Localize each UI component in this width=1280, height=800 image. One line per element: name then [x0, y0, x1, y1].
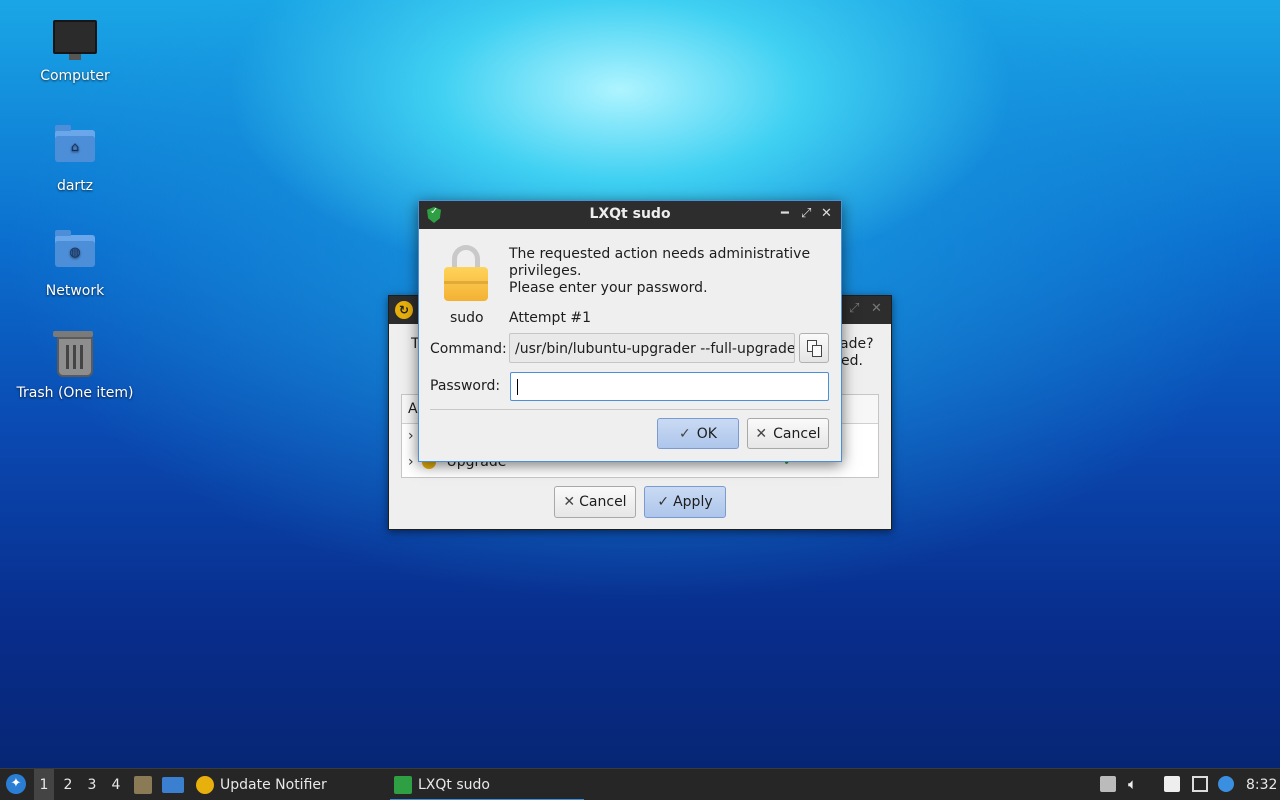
file-manager-icon[interactable]: [134, 776, 152, 794]
upgrade-message-fragment: ade?: [840, 336, 874, 352]
task-label: LXQt sudo: [418, 777, 490, 793]
update-notifier-icon: [196, 776, 214, 794]
attempt-label: Attempt #1: [509, 310, 592, 326]
button-label: Cancel: [773, 426, 821, 442]
password-label: Password:: [430, 378, 501, 394]
close-icon[interactable]: ✕: [821, 206, 832, 221]
clock[interactable]: 8:32: [1246, 769, 1277, 800]
network-folder-icon: ◍: [53, 230, 97, 279]
eject-icon[interactable]: [1100, 776, 1116, 792]
message-line: privileges.: [509, 263, 582, 279]
copy-command-button[interactable]: [799, 333, 829, 363]
network-icon[interactable]: [1192, 776, 1208, 792]
maximize-icon[interactable]: ⤢: [849, 301, 859, 316]
computer-icon: [53, 20, 97, 64]
desktop-icon-network[interactable]: ◍ Network: [10, 227, 140, 299]
close-icon: ✕: [755, 426, 768, 442]
task-label: Update Notifier: [220, 777, 327, 793]
clipboard-icon[interactable]: [1164, 776, 1180, 792]
close-icon[interactable]: ✕: [871, 301, 882, 316]
command-label: Command:: [430, 341, 507, 357]
dialog-title: LXQt sudo: [589, 206, 671, 222]
workspace-2[interactable]: 2: [58, 769, 78, 800]
separator: [430, 409, 830, 410]
workspace-4[interactable]: 4: [106, 769, 126, 800]
desktop-icon-computer[interactable]: Computer: [10, 16, 140, 84]
cancel-button[interactable]: ✕ Cancel: [747, 418, 829, 449]
task-lxqt-sudo[interactable]: LXQt sudo: [390, 769, 584, 800]
check-icon: ✓: [657, 494, 670, 510]
upgrade-message-fragment: ed.: [841, 353, 863, 369]
taskbar: ✦ 1 2 3 4 Update Notifier LXQt sudo 🔈︎ 8…: [0, 768, 1280, 800]
chevron-right-icon[interactable]: ›: [408, 428, 414, 444]
chevron-right-icon[interactable]: ›: [408, 454, 414, 470]
maximize-icon[interactable]: ⤢: [801, 206, 811, 221]
password-input[interactable]: [510, 372, 829, 401]
desktop-icon-label: Computer: [40, 68, 110, 84]
button-label: OK: [696, 426, 717, 442]
command-field[interactable]: /usr/bin/lubuntu-upgrader --full-upgrade: [509, 333, 795, 363]
desktop-icon-label: Trash (One item): [16, 385, 134, 401]
home-folder-icon: ⌂: [53, 125, 97, 174]
icon-caption: sudo: [450, 310, 484, 326]
sudo-dialog: LXQt sudo ━ ⤢ ✕ sudo The requested actio…: [418, 200, 842, 462]
desktop-icon-label: dartz: [56, 178, 94, 194]
apply-button[interactable]: ✓ Apply: [644, 486, 726, 518]
task-update-notifier[interactable]: Update Notifier: [192, 769, 410, 800]
desktop-icon-home[interactable]: ⌂ dartz: [10, 122, 140, 194]
workspace-1[interactable]: 1: [34, 769, 54, 800]
show-desktop-icon[interactable]: [162, 777, 184, 793]
close-icon: ✕: [563, 494, 576, 510]
trash-icon: [53, 331, 97, 381]
text-caret: [517, 379, 518, 395]
volume-icon[interactable]: 🔈︎: [1128, 776, 1144, 792]
shield-icon: [394, 776, 412, 794]
button-label: Cancel: [579, 494, 627, 510]
message-line: Please enter your password.: [509, 280, 708, 296]
notification-icon[interactable]: [1218, 776, 1234, 792]
tree-row[interactable]: ›: [408, 425, 418, 447]
desktop-icon-trash[interactable]: Trash (One item): [10, 331, 140, 401]
desktop-icon-label: Network: [45, 283, 105, 299]
sudo-dialog-titlebar[interactable]: LXQt sudo ━ ⤢ ✕: [419, 201, 841, 229]
button-label: Apply: [673, 494, 713, 510]
workspace-3[interactable]: 3: [82, 769, 102, 800]
check-icon: ✓: [679, 426, 691, 442]
lock-icon: [444, 245, 488, 301]
message-line: The requested action needs administrativ…: [509, 246, 811, 262]
upgrade-cancel-button[interactable]: ✕ Cancel: [554, 486, 636, 518]
minimize-icon[interactable]: ━: [781, 206, 789, 221]
update-notifier-icon: ↻: [395, 301, 413, 319]
main-menu-icon[interactable]: ✦: [6, 774, 26, 794]
ok-button[interactable]: ✓ OK: [657, 418, 739, 449]
